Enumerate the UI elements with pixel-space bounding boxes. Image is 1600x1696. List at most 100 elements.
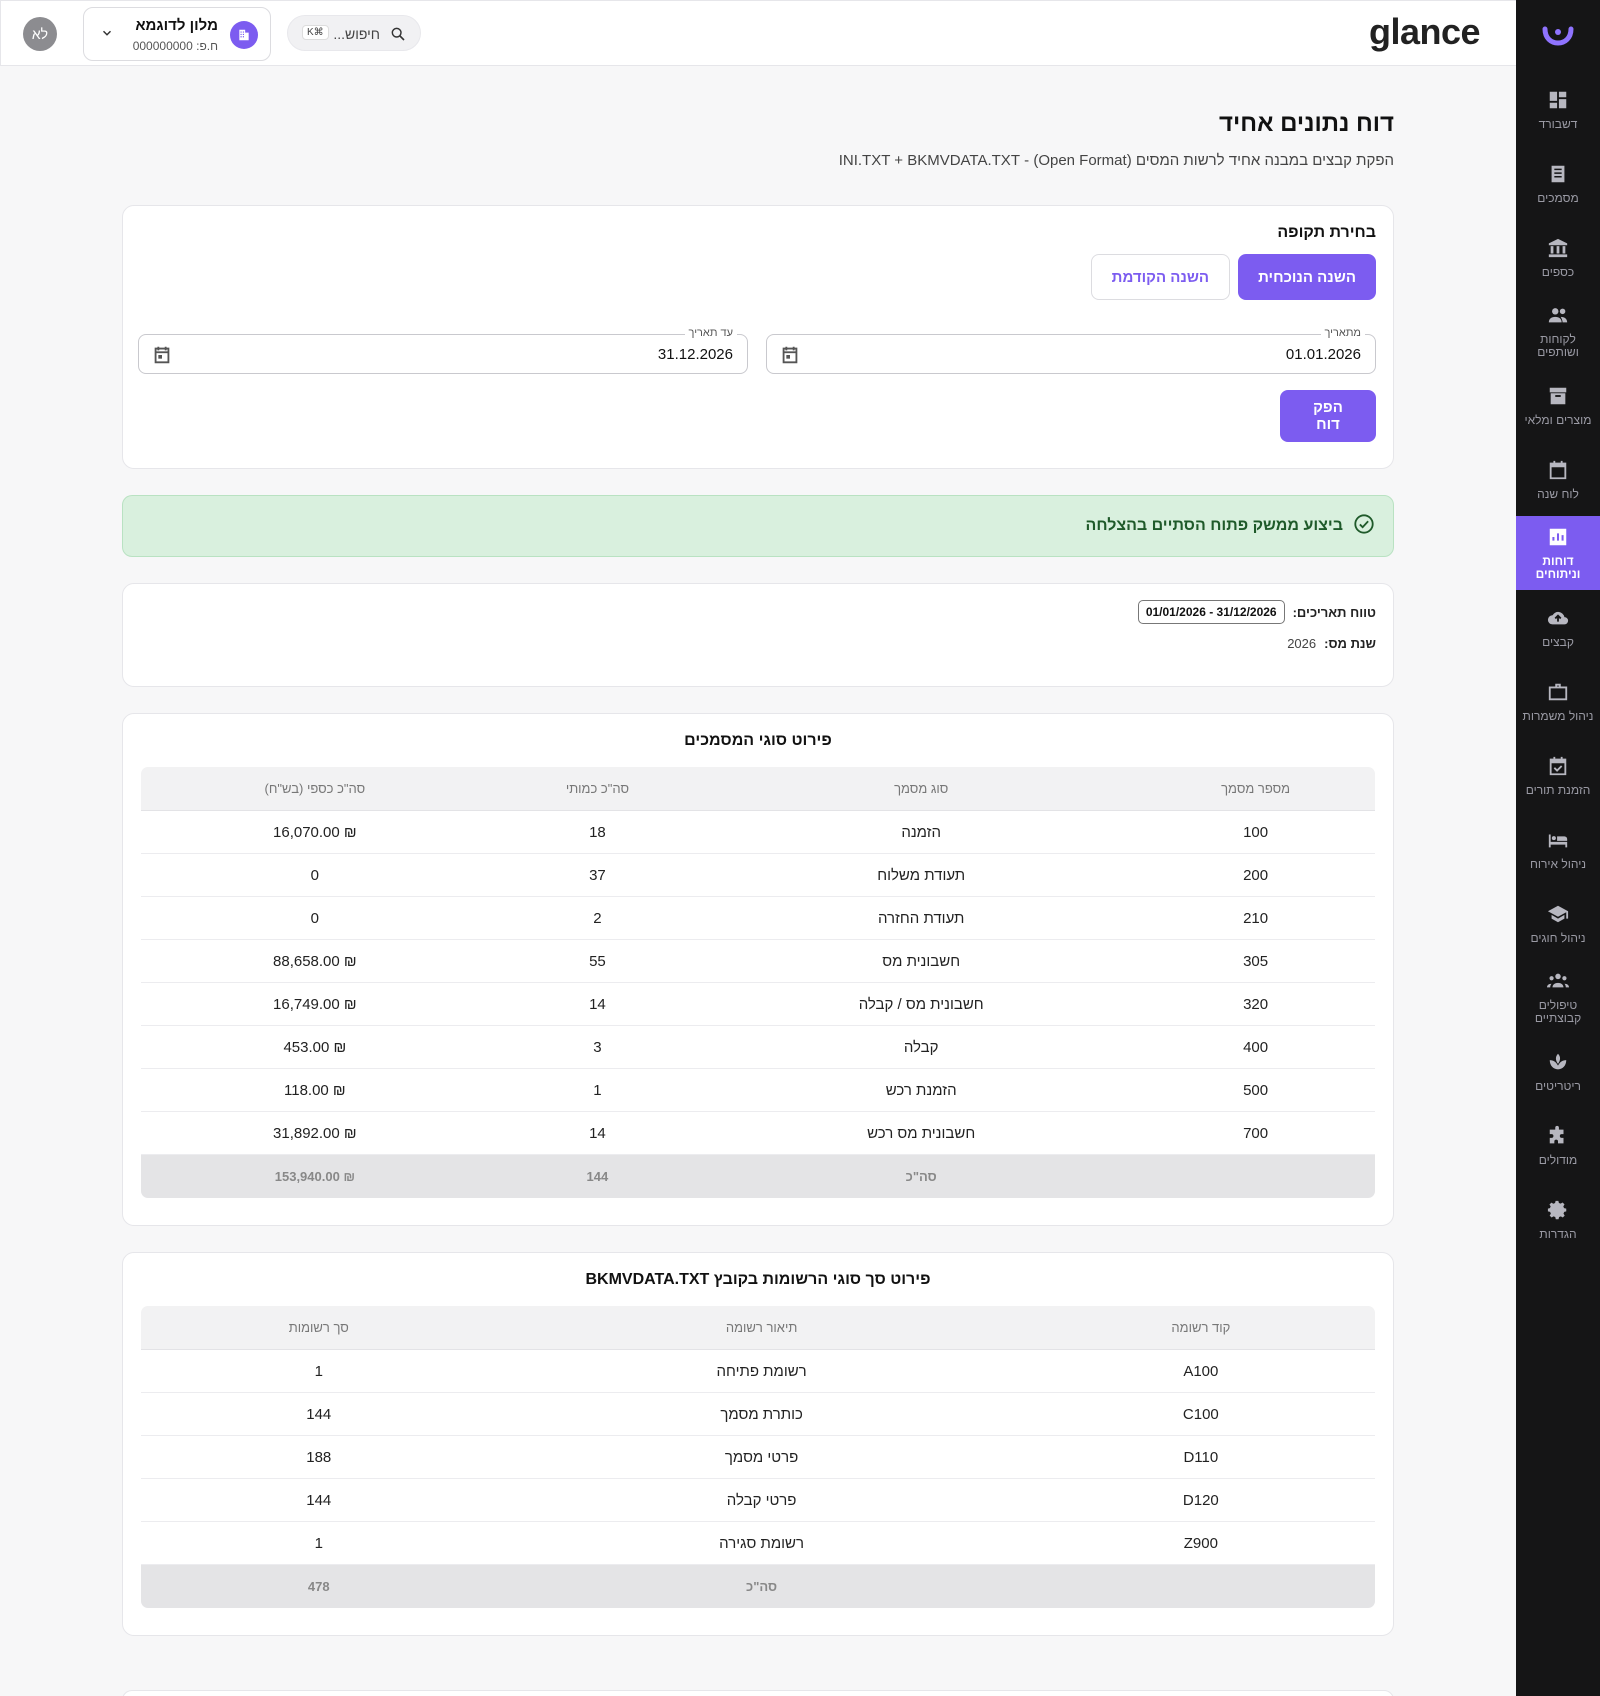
table-cell: 14: [488, 982, 707, 1026]
table-cell: כותרת מסמך: [496, 1392, 1027, 1436]
previous-year-button[interactable]: השנה הקודמת: [1090, 254, 1231, 300]
sidebar-item-15[interactable]: הגדרות: [1516, 1182, 1600, 1256]
table-cell: 200: [1136, 853, 1375, 897]
business-name: מלון לדוגמא: [135, 17, 218, 34]
table-cell: פרטי מסמך: [496, 1435, 1027, 1479]
table-cell: 1: [488, 1068, 707, 1112]
records-table-title: פירוט סך סוגי הרשומות בקובץ BKMVDATA.TXT: [585, 1271, 931, 1288]
documents-table-title: פירוט סוגי המסמכים: [684, 732, 832, 749]
calendar-icon[interactable]: [779, 344, 801, 371]
table-cell: 100: [1136, 810, 1375, 854]
search-input[interactable]: K⌘ חיפוש...: [287, 15, 421, 51]
from-date-label: מתאריך: [1320, 327, 1365, 339]
business-selector[interactable]: מלון לדוגמא ח.פ: 000000000: [83, 7, 271, 61]
table-cell: חשבונית מס / קבלה: [706, 982, 1137, 1026]
sidebar-item-5[interactable]: לוח שנה: [1516, 442, 1600, 516]
table-row: C100 כותרת מסמך 144: [141, 1392, 1375, 1436]
documents-icon: [1546, 162, 1570, 186]
from-date-field[interactable]: מתאריך 01.01.2026: [766, 327, 1376, 374]
column-header: קוד רשומה: [1026, 1306, 1375, 1350]
table-cell: 500: [1136, 1068, 1375, 1112]
calendar-check-icon: [1546, 754, 1570, 778]
business-id: ח.פ: 000000000: [132, 39, 218, 53]
table-cell: 2: [488, 896, 707, 940]
search-shortcut: K⌘: [302, 25, 329, 40]
sidebar-item-12[interactable]: טיפולים קבוצתיים: [1516, 960, 1600, 1034]
column-header: סה"כ כמותי: [488, 767, 707, 811]
sidebar-item-10[interactable]: ניהול אירוח: [1516, 812, 1600, 886]
table-cell: חשבונית מס רכש: [706, 1111, 1137, 1155]
table-row: 400 קבלה 3 ₪ 453.00: [141, 1025, 1375, 1069]
table-row: D110 פרטי מסמך 188: [141, 1435, 1375, 1479]
table-cell: קבלה: [706, 1025, 1137, 1069]
sidebar-item-label: לקוחות ושותפים: [1537, 332, 1579, 359]
groups-icon: [1546, 969, 1570, 993]
user-avatar[interactable]: לא: [23, 17, 57, 51]
app-logo-icon[interactable]: [1516, 0, 1600, 72]
table-cell: 188: [141, 1435, 497, 1479]
records-table: קוד רשומה תיאור רשומה סך רשומות A100 רשומת …: [140, 1305, 1376, 1609]
current-year-button[interactable]: השנה הנוכחית: [1238, 254, 1376, 300]
sidebar-item-0[interactable]: דשבורד: [1516, 72, 1600, 146]
table-cell: הזמנה: [706, 810, 1137, 854]
sidebar-item-13[interactable]: ריטריטים: [1516, 1034, 1600, 1108]
building-icon: [230, 21, 258, 49]
sidebar-item-1[interactable]: מסמכים: [1516, 146, 1600, 220]
total-row: סה"כ 478: [141, 1564, 1375, 1608]
table-cell: 144: [141, 1392, 497, 1436]
search-placeholder: חיפוש...: [333, 26, 380, 42]
sidebar-item-7[interactable]: קבצים: [1516, 590, 1600, 664]
table-cell: הזמנת רכש: [706, 1068, 1137, 1112]
total-cell: [1136, 1154, 1375, 1198]
calendar-icon[interactable]: [151, 344, 173, 371]
sidebar-item-9[interactable]: הזמנת תורים: [1516, 738, 1600, 812]
table-row: 100 הזמנה 18 ₪ 16,070.00: [141, 810, 1375, 854]
table-row: 700 חשבונית מס רכש 14 ₪ 31,892.00: [141, 1111, 1375, 1155]
sidebar-item-2[interactable]: כספים: [1516, 220, 1600, 294]
cloud-upload-icon: [1546, 606, 1570, 630]
page-subtitle: הפקת קבצים במבנה אחיד לרשות המסים (Open …: [838, 152, 1394, 169]
table-cell: ₪ 31,892.00: [141, 1111, 489, 1155]
table-cell: 1: [141, 1349, 497, 1393]
table-cell: רשומת סגירה: [496, 1521, 1027, 1565]
sidebar-item-8[interactable]: ניהול משמרות: [1516, 664, 1600, 738]
table-row: D120 פרטי קבלה 144: [141, 1478, 1375, 1522]
table-cell: ₪ 118.00: [141, 1068, 489, 1112]
to-date-field[interactable]: עד תאריך 31.12.2026: [138, 327, 748, 374]
period-card: בחירת תקופה השנה הנוכחית השנה הקודמת מתא…: [122, 205, 1394, 469]
table-cell: 3: [488, 1025, 707, 1069]
sidebar-item-14[interactable]: מודולים: [1516, 1108, 1600, 1182]
sidebar-item-6[interactable]: דוחות וניתוחים: [1516, 516, 1600, 590]
table-row: 200 תעודת משלוח 37 0: [141, 853, 1375, 897]
table-cell: רשומת פתיחה: [496, 1349, 1027, 1393]
sidebar-item-label: ריטריטים: [1535, 1078, 1581, 1093]
sidebar-item-3[interactable]: לקוחות ושותפים: [1516, 294, 1600, 368]
table-cell: תעודת החזרה: [706, 896, 1137, 940]
brand-logo: glance: [1368, 11, 1481, 52]
table-row: 305 חשבונית מס 55 ₪ 88,658.00: [141, 939, 1375, 983]
report-info-card: טווח תאריכים: 01/01/2026 - 31/12/2026 שנ…: [122, 583, 1394, 687]
bank-icon: [1546, 236, 1570, 260]
table-cell: תעודת משלוח: [706, 853, 1137, 897]
table-cell: 18: [488, 810, 707, 854]
next-card: [122, 1690, 1394, 1696]
table-cell: 305: [1136, 939, 1375, 983]
column-header: סה"כ כספי (בש"ח): [141, 767, 489, 811]
gear-icon: [1546, 1198, 1570, 1222]
puzzle-icon: [1546, 1124, 1570, 1148]
column-header: תיאור רשומה: [496, 1306, 1027, 1350]
table-row: 500 הזמנת רכש 1 ₪ 118.00: [141, 1068, 1375, 1112]
tax-year-label: שנת מס:: [1324, 636, 1376, 651]
sidebar-item-label: לוח שנה: [1537, 486, 1579, 501]
generate-report-button[interactable]: הפק דוח: [1280, 390, 1376, 442]
sidebar-item-4[interactable]: מוצרים ומלאי: [1516, 368, 1600, 442]
sidebar-item-11[interactable]: ניהול חוגים: [1516, 886, 1600, 960]
table-cell: ₪ 16,070.00: [141, 810, 489, 854]
sidebar-item-label: הגדרות: [1539, 1226, 1577, 1241]
total-cell: ₪ 153,940.00: [141, 1154, 489, 1198]
bed-icon: [1546, 828, 1570, 852]
calendar-icon: [1546, 458, 1570, 482]
total-row: סה"כ 144 ₪ 153,940.00: [141, 1154, 1375, 1198]
table-cell: 320: [1136, 982, 1375, 1026]
sidebar-item-label: מודולים: [1538, 1152, 1578, 1167]
